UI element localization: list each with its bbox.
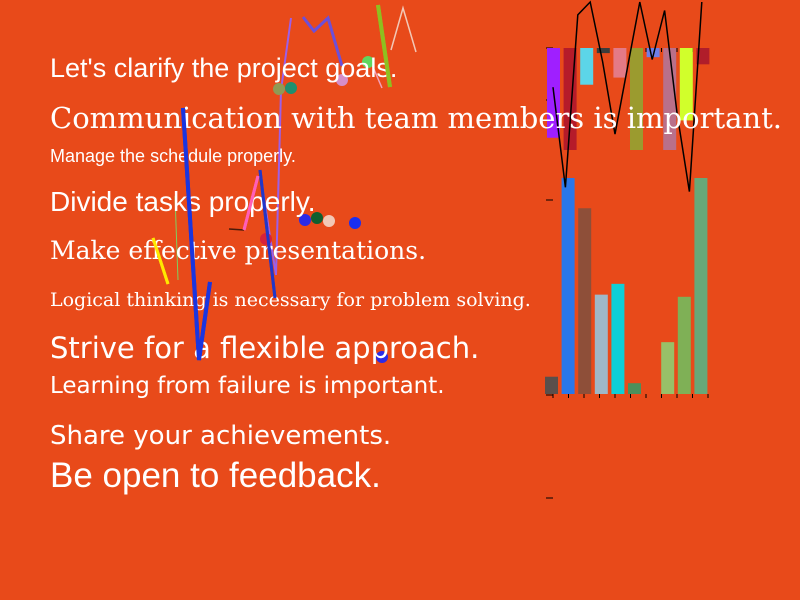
- stroke-pink-front: [242, 175, 260, 231]
- stroke-blue-front: [181, 107, 212, 361]
- foreground-strokes: [151, 4, 392, 361]
- stroke-yellow-front: [151, 237, 170, 285]
- stroke-olive-front: [376, 4, 392, 88]
- stroke-navy-front: [258, 169, 277, 299]
